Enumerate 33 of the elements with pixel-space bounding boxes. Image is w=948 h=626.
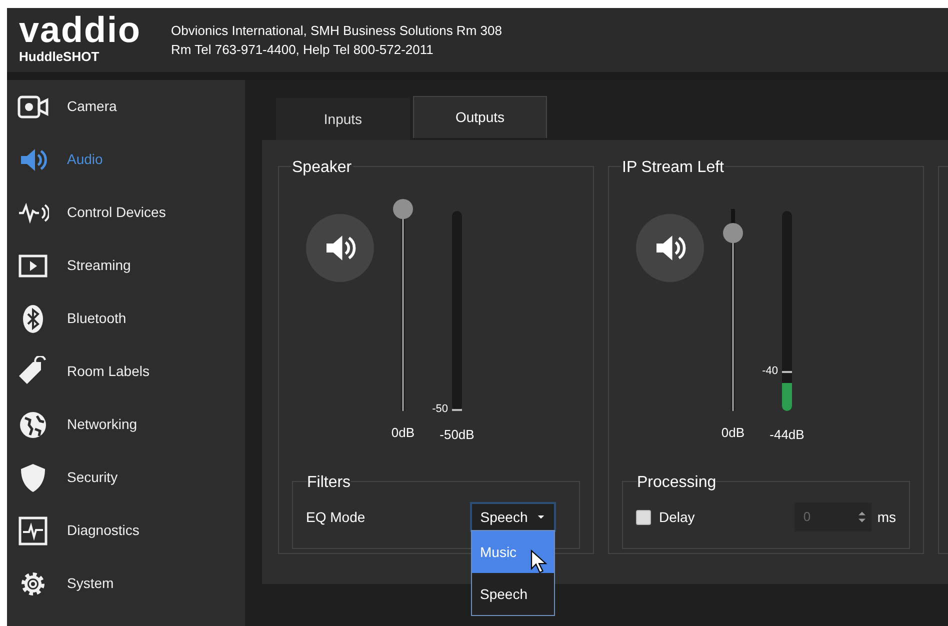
- logo: vaddio: [19, 13, 142, 48]
- slider-thumb[interactable]: [393, 199, 413, 219]
- contact-info-line: Rm Tel 763-971-4400, Help Tel 800-572-2011: [171, 41, 434, 59]
- sidebar-item[interactable]: Camera: [7, 80, 245, 133]
- tab[interactable]: Inputs: [276, 98, 410, 140]
- meter-tick-label: -50: [432, 403, 448, 415]
- sidebar-item[interactable]: Networking: [7, 398, 245, 451]
- product-name: HuddleSHOT: [19, 48, 100, 66]
- sidebar-item[interactable]: System: [7, 557, 245, 610]
- sidebar-item[interactable]: Streaming: [7, 239, 245, 292]
- sidebar-item[interactable]: Bluetooth: [7, 292, 245, 345]
- slider-thumb[interactable]: [723, 223, 743, 244]
- sidebar-item[interactable]: Diagnostics: [7, 504, 245, 557]
- sidebar-item[interactable]: Security: [7, 451, 245, 504]
- contact-info-line: Obvionics International, SMH Business Solutions Rm 308: [171, 22, 502, 40]
- eq-mode-dropdown[interactable]: Speech: [470, 502, 556, 532]
- checkbox-label: Delay: [659, 508, 695, 527]
- gain-reading: 0dB: [391, 424, 415, 442]
- delay-checkbox[interactable]: [636, 510, 651, 524]
- sidebar-item[interactable]: Room Labels: [7, 345, 245, 398]
- meter-reading: -50dB: [440, 426, 474, 444]
- tab[interactable]: Outputs: [413, 96, 547, 138]
- sidebar-item[interactable]: Control Devices: [7, 186, 245, 239]
- unit-label: ms: [877, 508, 896, 526]
- gain-reading: 0dB: [721, 424, 745, 442]
- meter-fill: [782, 383, 792, 411]
- dropdown-option[interactable]: Music: [472, 531, 554, 573]
- pulse-monitor-icon: [17, 514, 49, 546]
- meter-tick-label: -40: [762, 365, 778, 377]
- meter-reading: -44dB: [770, 426, 804, 444]
- dropdown-option[interactable]: Speech: [472, 573, 554, 615]
- field-label: EQ Mode: [306, 508, 366, 527]
- sidebar-item[interactable]: Audio: [7, 133, 245, 186]
